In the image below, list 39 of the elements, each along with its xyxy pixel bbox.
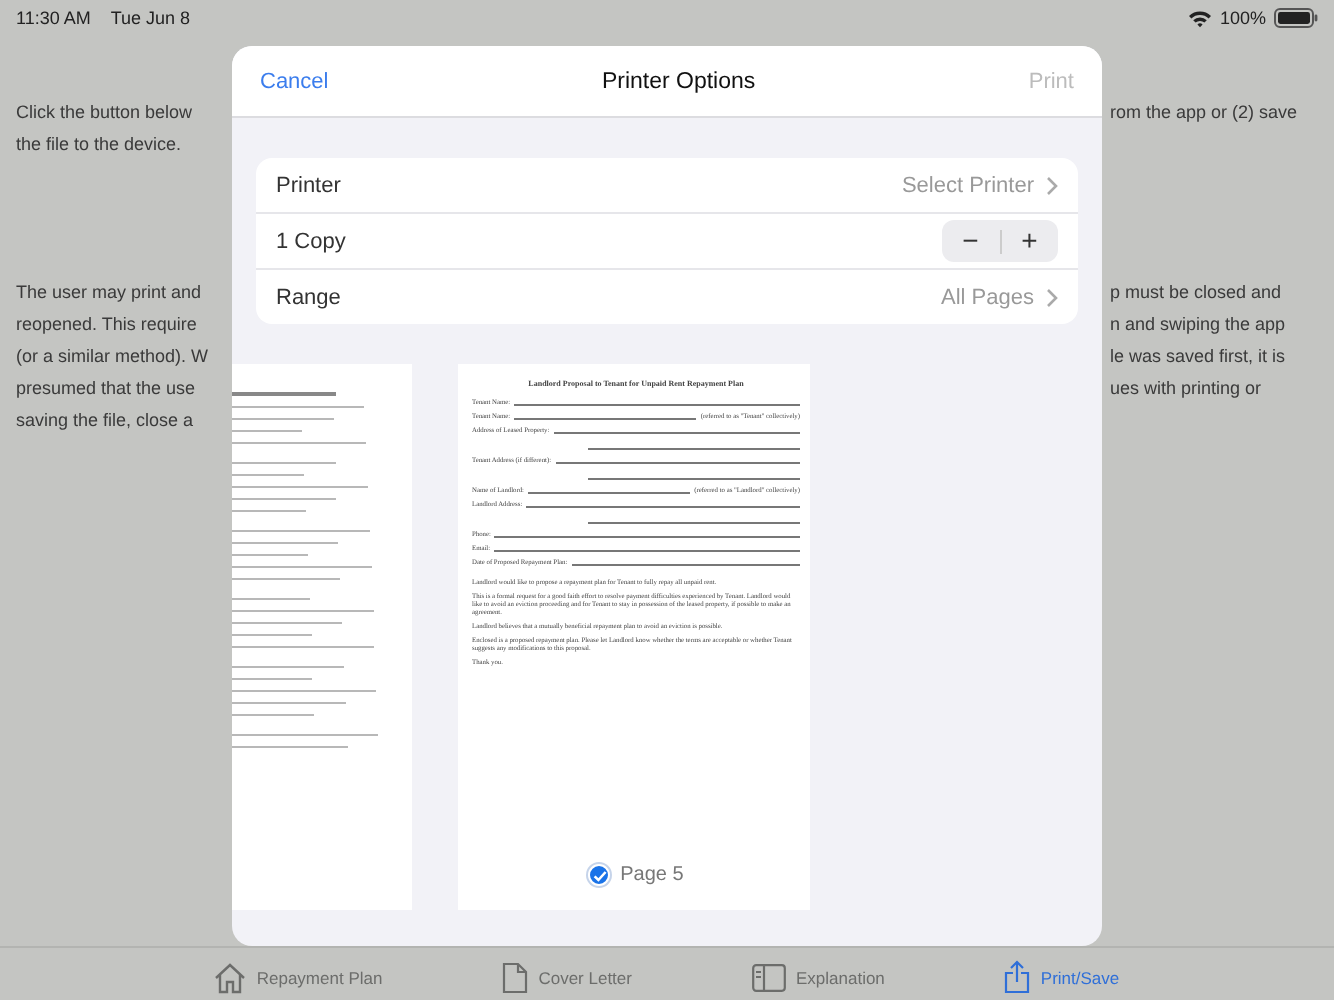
chevron-right-icon xyxy=(1046,287,1058,308)
decrement-button[interactable]: − xyxy=(942,220,999,263)
chevron-right-icon xyxy=(1046,175,1058,196)
option-label: Printer xyxy=(276,173,343,198)
battery-icon xyxy=(1274,8,1318,29)
sidebar-icon xyxy=(751,963,786,992)
background-text-line: p must be closed and xyxy=(1110,280,1284,307)
option-label: Range xyxy=(276,285,343,310)
page-checkbox[interactable] xyxy=(588,864,611,887)
background-text-line: ues with printing or xyxy=(1110,376,1264,403)
background-text-line: presumed that the use xyxy=(16,376,198,403)
option-value-link[interactable]: Select Printer xyxy=(901,173,1034,198)
background-text-line: the file to the device. xyxy=(16,132,184,159)
cancel-button[interactable]: Cancel xyxy=(256,65,333,98)
background-text-line: le was saved first, it is xyxy=(1110,344,1288,371)
house-icon xyxy=(214,961,247,994)
background-text-line: (or a similar method). W xyxy=(16,344,211,371)
document-icon xyxy=(502,961,529,994)
page-number-label: Page 5 xyxy=(620,864,684,887)
background-text-line: saving the file, close a xyxy=(16,408,196,435)
wifi-icon xyxy=(1187,9,1212,28)
background-text-line: rom the app or (2) save xyxy=(1110,100,1300,127)
option-label: 1 Copy xyxy=(276,229,348,254)
background-text-line: The user may print and xyxy=(16,280,204,307)
tab-bar-item[interactable]: Explanation xyxy=(751,963,885,992)
background-text-line: Click the button below xyxy=(16,100,195,127)
status-date: Tue Jun 8 xyxy=(110,8,191,29)
battery-percentage: 100% xyxy=(1219,8,1266,29)
share-icon xyxy=(1004,960,1031,995)
background-text-line: n and swiping the app xyxy=(1110,312,1288,339)
page-preview[interactable] xyxy=(458,364,810,911)
tab-bar-item[interactable]: Repayment Plan xyxy=(214,961,383,994)
option-value-link[interactable]: All Pages xyxy=(941,285,1034,310)
tab-bar-item[interactable]: Cover Letter xyxy=(502,961,632,994)
background-text-line: reopened. This require xyxy=(16,312,199,339)
status-time: 11:30 AM xyxy=(16,8,91,29)
tab-bar-item[interactable]: Print/Save xyxy=(1004,960,1120,995)
increment-button[interactable]: + xyxy=(1001,220,1058,263)
dialog-title: Printer Options xyxy=(601,69,756,94)
